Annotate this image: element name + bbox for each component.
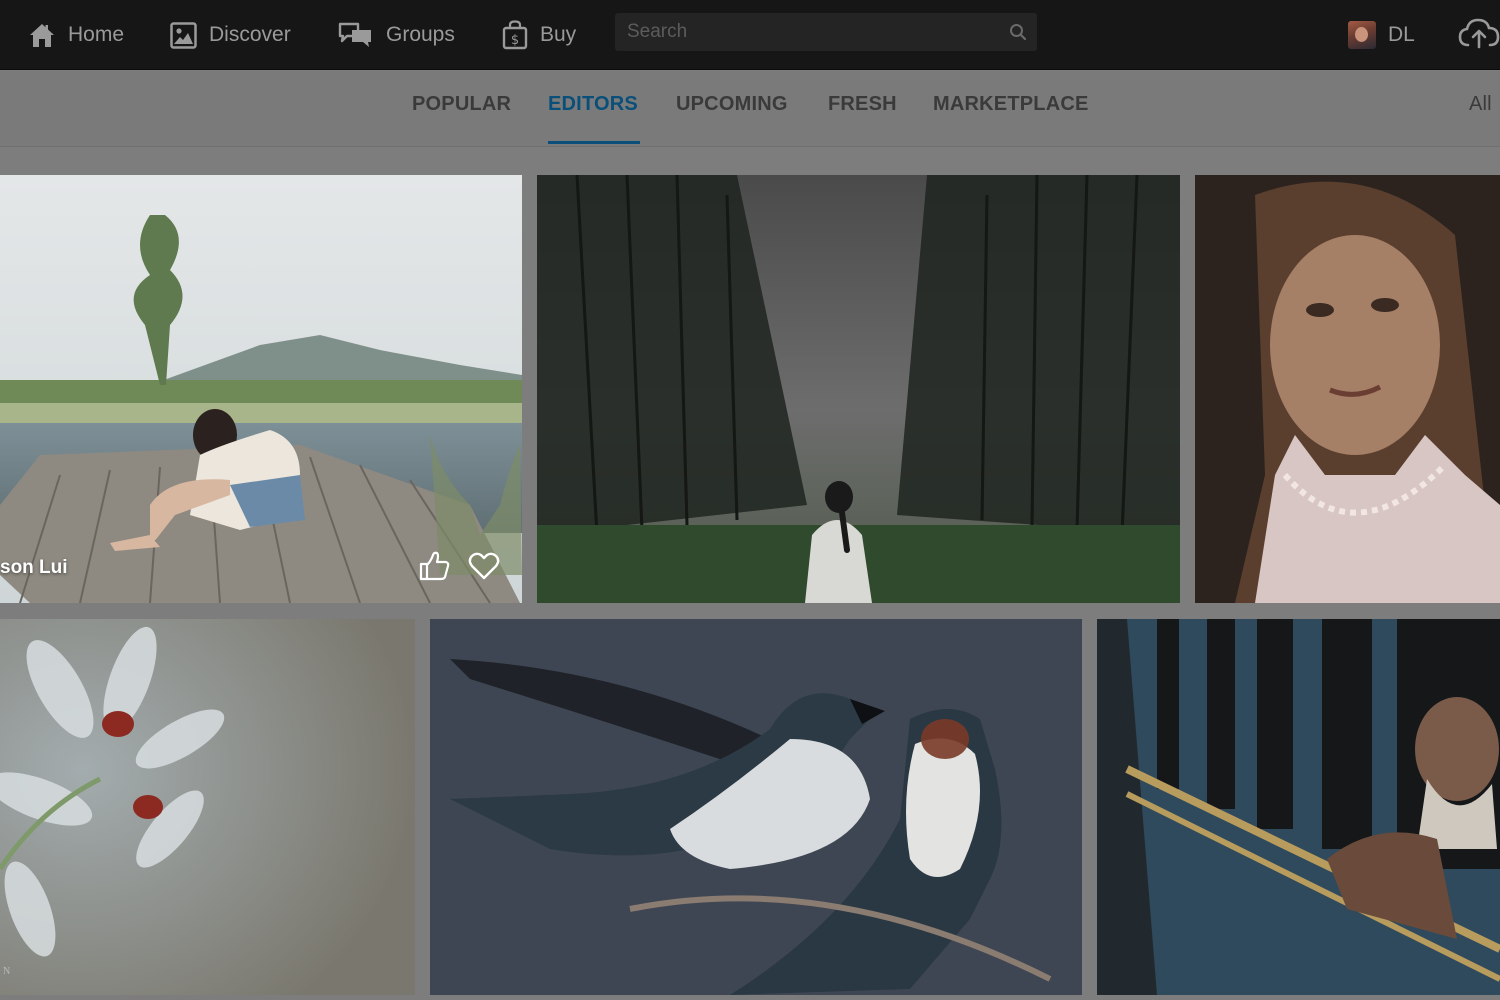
all-categories-dropdown[interactable]: All <box>1469 93 1492 116</box>
nav-discover[interactable]: Discover <box>170 0 291 70</box>
nav-groups-label: Groups <box>386 23 455 46</box>
heart-icon <box>468 552 500 585</box>
svg-text:$: $ <box>511 33 519 48</box>
tab-fresh[interactable]: FRESH <box>828 93 897 116</box>
like-button[interactable] <box>418 551 450 586</box>
photo-watermark: N <box>3 966 11 977</box>
tab-editors[interactable]: EDITORS <box>548 93 638 116</box>
photo-tile-ladybugs[interactable]: N <box>0 619 415 995</box>
photo-photographer-name[interactable]: son Lui <box>0 557 68 579</box>
tab-marketplace[interactable]: MARKETPLACE <box>933 93 1089 116</box>
thumbs-up-icon <box>418 551 450 585</box>
upload-button[interactable] <box>1458 17 1500 56</box>
tab-upcoming[interactable]: UPCOMING <box>676 93 788 116</box>
nav-buy[interactable]: $ Buy <box>502 0 576 70</box>
photo-tile-swallows[interactable] <box>430 619 1082 995</box>
nav-home[interactable]: Home <box>28 0 124 70</box>
chat-bubbles-icon <box>338 21 374 49</box>
favorite-button[interactable] <box>468 551 500 586</box>
cloud-upload-icon <box>1458 18 1500 55</box>
photo-image <box>1097 619 1500 995</box>
nav-buy-label: Buy <box>540 23 577 46</box>
active-tab-indicator <box>548 141 640 144</box>
photo-image <box>1195 175 1500 603</box>
photo-tile-girl-portrait[interactable] <box>1195 175 1500 603</box>
photo-image <box>537 175 1180 603</box>
search-bar <box>615 13 1037 51</box>
home-icon <box>28 21 56 49</box>
photo-image <box>0 175 522 603</box>
search-input[interactable] <box>615 21 995 43</box>
filter-tab-bar: POPULAR EDITORS UPCOMING FRESH MARKETPLA… <box>0 71 1500 147</box>
photo-tile-train-man[interactable] <box>1097 619 1500 995</box>
tab-popular[interactable]: POPULAR <box>412 93 511 116</box>
search-icon[interactable] <box>1009 23 1027 46</box>
photo-image <box>430 619 1082 995</box>
photo-tile-dock-woman[interactable]: son Lui <box>0 175 522 603</box>
shopping-bag-icon: $ <box>502 20 528 50</box>
top-navigation-bar: Home Discover Groups $ Buy Search DL <box>0 0 1500 70</box>
user-initials: DL <box>1388 23 1415 46</box>
photo-tile-misty-forest[interactable] <box>537 175 1180 603</box>
photo-image <box>0 619 415 995</box>
avatar <box>1348 21 1376 49</box>
nav-home-label: Home <box>68 23 125 46</box>
image-icon <box>170 21 197 49</box>
nav-groups[interactable]: Groups <box>338 0 455 70</box>
nav-discover-label: Discover <box>209 23 291 46</box>
user-menu[interactable]: DL <box>1348 0 1415 70</box>
